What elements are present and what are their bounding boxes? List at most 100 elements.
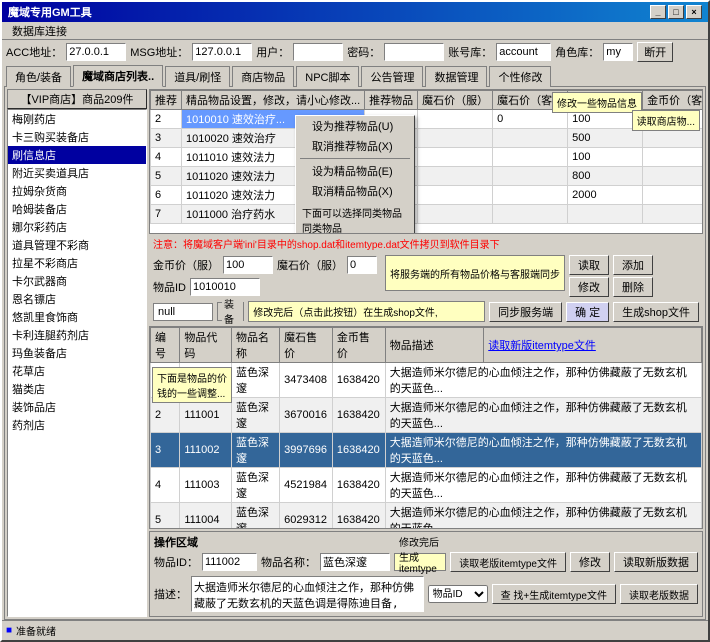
col-magic-server: 魔石价（服） bbox=[418, 91, 493, 110]
list-item[interactable]: 装饰品店 bbox=[8, 398, 146, 416]
list-item[interactable]: 恩名镖店 bbox=[8, 290, 146, 308]
table-row: 800 bbox=[568, 167, 643, 186]
item-id-input[interactable] bbox=[190, 278, 260, 296]
popup-cancel-recommend[interactable]: 取消推荐物品(X) bbox=[296, 136, 414, 156]
title-bar-buttons: _ □ × bbox=[650, 5, 702, 19]
pwd-input[interactable] bbox=[384, 43, 444, 61]
col-name: 物品名称 bbox=[232, 328, 280, 363]
tab-role-equip[interactable]: 角色/装备 bbox=[6, 66, 71, 87]
list-item[interactable]: 刷信息店 bbox=[8, 146, 146, 164]
tab-item-monster[interactable]: 道具/刷怪 bbox=[165, 66, 230, 87]
db-input[interactable] bbox=[496, 43, 551, 61]
acc-label: ACC地址： bbox=[6, 44, 62, 60]
ops-read-new-btn[interactable]: 读取新版数据 bbox=[614, 552, 698, 572]
tab-data-mgmt[interactable]: 数据管理 bbox=[425, 66, 487, 87]
list-item[interactable]: 道具管理不彩商 bbox=[8, 236, 146, 254]
col-settings: 精品物品设置，修改，请小心修改... bbox=[182, 91, 365, 110]
table-row[interactable]: 4111003蓝色深邃 45219841638420 大据造师米尔德尼的心血倾注… bbox=[151, 468, 702, 503]
popup-cancel-quality[interactable]: 取消精品物品(X) bbox=[296, 181, 414, 201]
table-row[interactable]: 6 bbox=[151, 186, 182, 205]
close-button[interactable]: × bbox=[686, 5, 702, 19]
shop-list[interactable]: 梅刚药店 卡三购买装备店 刷信息店 附近买卖道具店 拉姆杂货商 哈姆装备店 娜尔… bbox=[7, 109, 147, 617]
disconnect-button[interactable]: 断开 bbox=[637, 42, 673, 62]
list-item[interactable]: 卡三购买装备店 bbox=[8, 128, 146, 146]
main-window: 魔域专用GM工具 _ □ × 数据库连接 ACC地址： MSG地址： 用户： 密… bbox=[0, 0, 710, 642]
tooltip-sync: 将服务端的所有物品价格与客服端同步 bbox=[385, 255, 565, 291]
magic-input[interactable] bbox=[347, 256, 377, 274]
vip-header[interactable]: 【VIP商店】商品209件 bbox=[7, 89, 147, 109]
list-item[interactable]: 附近买卖道具店 bbox=[8, 164, 146, 182]
query-generate-btn[interactable]: 查 找+生成itemtype文件 bbox=[492, 584, 616, 604]
maximize-button[interactable]: □ bbox=[668, 5, 684, 19]
list-item[interactable]: 玛鱼装备店 bbox=[8, 344, 146, 362]
tab-shop-items[interactable]: 商店物品 bbox=[232, 66, 294, 87]
main-content: 【VIP商店】商品209件 梅刚药店 卡三购买装备店 刷信息店 附近买卖道具店 … bbox=[5, 87, 705, 619]
add-button[interactable]: 添加 bbox=[613, 255, 653, 275]
msg-input[interactable] bbox=[192, 43, 252, 61]
table-row[interactable]: 2 bbox=[151, 110, 182, 129]
menu-bar: 数据库连接 bbox=[2, 22, 708, 40]
list-item[interactable]: 猫类店 bbox=[8, 380, 146, 398]
confirm-button[interactable]: 确 定 bbox=[566, 302, 609, 322]
user-input[interactable] bbox=[293, 43, 343, 61]
table-row[interactable]: 7 bbox=[151, 205, 182, 224]
item-id-select[interactable]: 物品ID bbox=[428, 585, 488, 603]
read-button[interactable]: 读取 bbox=[569, 255, 609, 275]
gold-label: 金币价（服） bbox=[153, 257, 219, 273]
ops-modify-btn[interactable]: 修改 bbox=[570, 552, 610, 572]
title-bar: 魔域专用GM工具 _ □ × bbox=[2, 2, 708, 22]
table-row bbox=[493, 129, 568, 148]
list-item[interactable]: 悠凯里食饰商 bbox=[8, 308, 146, 326]
db-label: 账号库： bbox=[448, 44, 492, 60]
generate-shop-button[interactable]: 生成shop文件 bbox=[613, 302, 699, 322]
list-item[interactable]: 娜尔彩药店 bbox=[8, 218, 146, 236]
list-item[interactable]: 花草店 bbox=[8, 362, 146, 380]
form-section: 金币价（服） 魔石价（服） 物品ID 将服务端的所有物品价格与客 bbox=[149, 253, 703, 299]
operations-area: 操作区域 物品ID： 物品名称： 修改完后生成itemtype文件 读取老版it… bbox=[149, 531, 703, 617]
list-item[interactable]: 拉姆杂货商 bbox=[8, 182, 146, 200]
tab-personalize[interactable]: 个性修改 bbox=[489, 66, 551, 87]
popup-set-quality[interactable]: 设为精品物品(E) bbox=[296, 161, 414, 181]
table-row[interactable]: 5 bbox=[151, 167, 182, 186]
tab-npc-script[interactable]: NPC脚本 bbox=[296, 66, 359, 87]
table-row[interactable]: 4 bbox=[151, 148, 182, 167]
table-row[interactable]: 1111000蓝色深邃 34734081638420 大据造师米尔德尼的心血倾注… bbox=[151, 363, 702, 398]
list-item[interactable]: 卡尔武器商 bbox=[8, 272, 146, 290]
delete-button[interactable]: 删除 bbox=[613, 277, 653, 297]
list-item[interactable]: 拉星不彩商店 bbox=[8, 254, 146, 272]
gold-input[interactable] bbox=[223, 256, 273, 274]
tabs-row: 角色/装备 魔域商店列表.. 道具/刷怪 商店物品 NPC脚本 公告管理 数据管… bbox=[2, 64, 708, 86]
menu-database[interactable]: 数据库连接 bbox=[6, 22, 73, 40]
ops-item-name-label: 物品名称： bbox=[261, 554, 316, 570]
ops-read-old-itemtype-btn[interactable]: 读取老版itemtype文件 bbox=[450, 552, 566, 572]
table-row[interactable]: 5111004蓝色深邃 60293121638420 大据造师米尔德尼的心血倾注… bbox=[151, 503, 702, 530]
list-item[interactable]: 药剂店 bbox=[8, 416, 146, 434]
table-row bbox=[643, 205, 703, 224]
table-row[interactable]: 3111002蓝色深邃 39976961638420 大据造师米尔德尼的心血倾注… bbox=[151, 433, 702, 468]
equip-group: 装 备 ⬅ bbox=[217, 302, 244, 321]
tooltip-modify-shop: 修改完后（点击此按钮）在生成shop文件, bbox=[248, 301, 485, 322]
ops-item-id-input[interactable] bbox=[202, 553, 257, 571]
table-row[interactable]: 2111001蓝色深邃 36700161638420 大据造师米尔德尼的心血倾注… bbox=[151, 398, 702, 433]
list-item[interactable]: 哈姆装备店 bbox=[8, 200, 146, 218]
minimize-button[interactable]: _ bbox=[650, 5, 666, 19]
form-left: 金币价（服） 魔石价（服） 物品ID bbox=[153, 255, 377, 297]
sync-server-button[interactable]: 同步服务端 bbox=[489, 302, 562, 322]
ops-item-name-input[interactable] bbox=[320, 553, 390, 571]
table-row bbox=[493, 205, 568, 224]
list-item[interactable]: 卡利连腿药剂店 bbox=[8, 326, 146, 344]
modify-button[interactable]: 修改 bbox=[569, 277, 609, 297]
list-item[interactable]: 梅刚药店 bbox=[8, 110, 146, 128]
table-row bbox=[418, 167, 493, 186]
role-input[interactable] bbox=[603, 43, 633, 61]
note-copy-files: 注意：将魔域客户端'ini'目录中的shop.dat和itemtype.dat文… bbox=[149, 234, 703, 253]
table-row[interactable]: 3 bbox=[151, 129, 182, 148]
tab-shop-list[interactable]: 魔域商店列表.. bbox=[73, 65, 163, 87]
popup-set-recommend[interactable]: 设为推荐物品(U) bbox=[296, 116, 414, 136]
desc-textarea[interactable]: 大据造师米尔德尼的心血倾注之作，那种仿佛藏蔽了无数玄机的天蓝色调是得陈迪目备, bbox=[191, 576, 424, 612]
col-read-itemtype[interactable]: 读取新版itemtype文件 bbox=[484, 328, 702, 363]
tab-announcement[interactable]: 公告管理 bbox=[361, 66, 423, 87]
read-old-data-btn[interactable]: 读取老版数据 bbox=[620, 584, 698, 604]
acc-input[interactable] bbox=[66, 43, 126, 61]
col-recommend: 推荐 bbox=[151, 91, 182, 110]
